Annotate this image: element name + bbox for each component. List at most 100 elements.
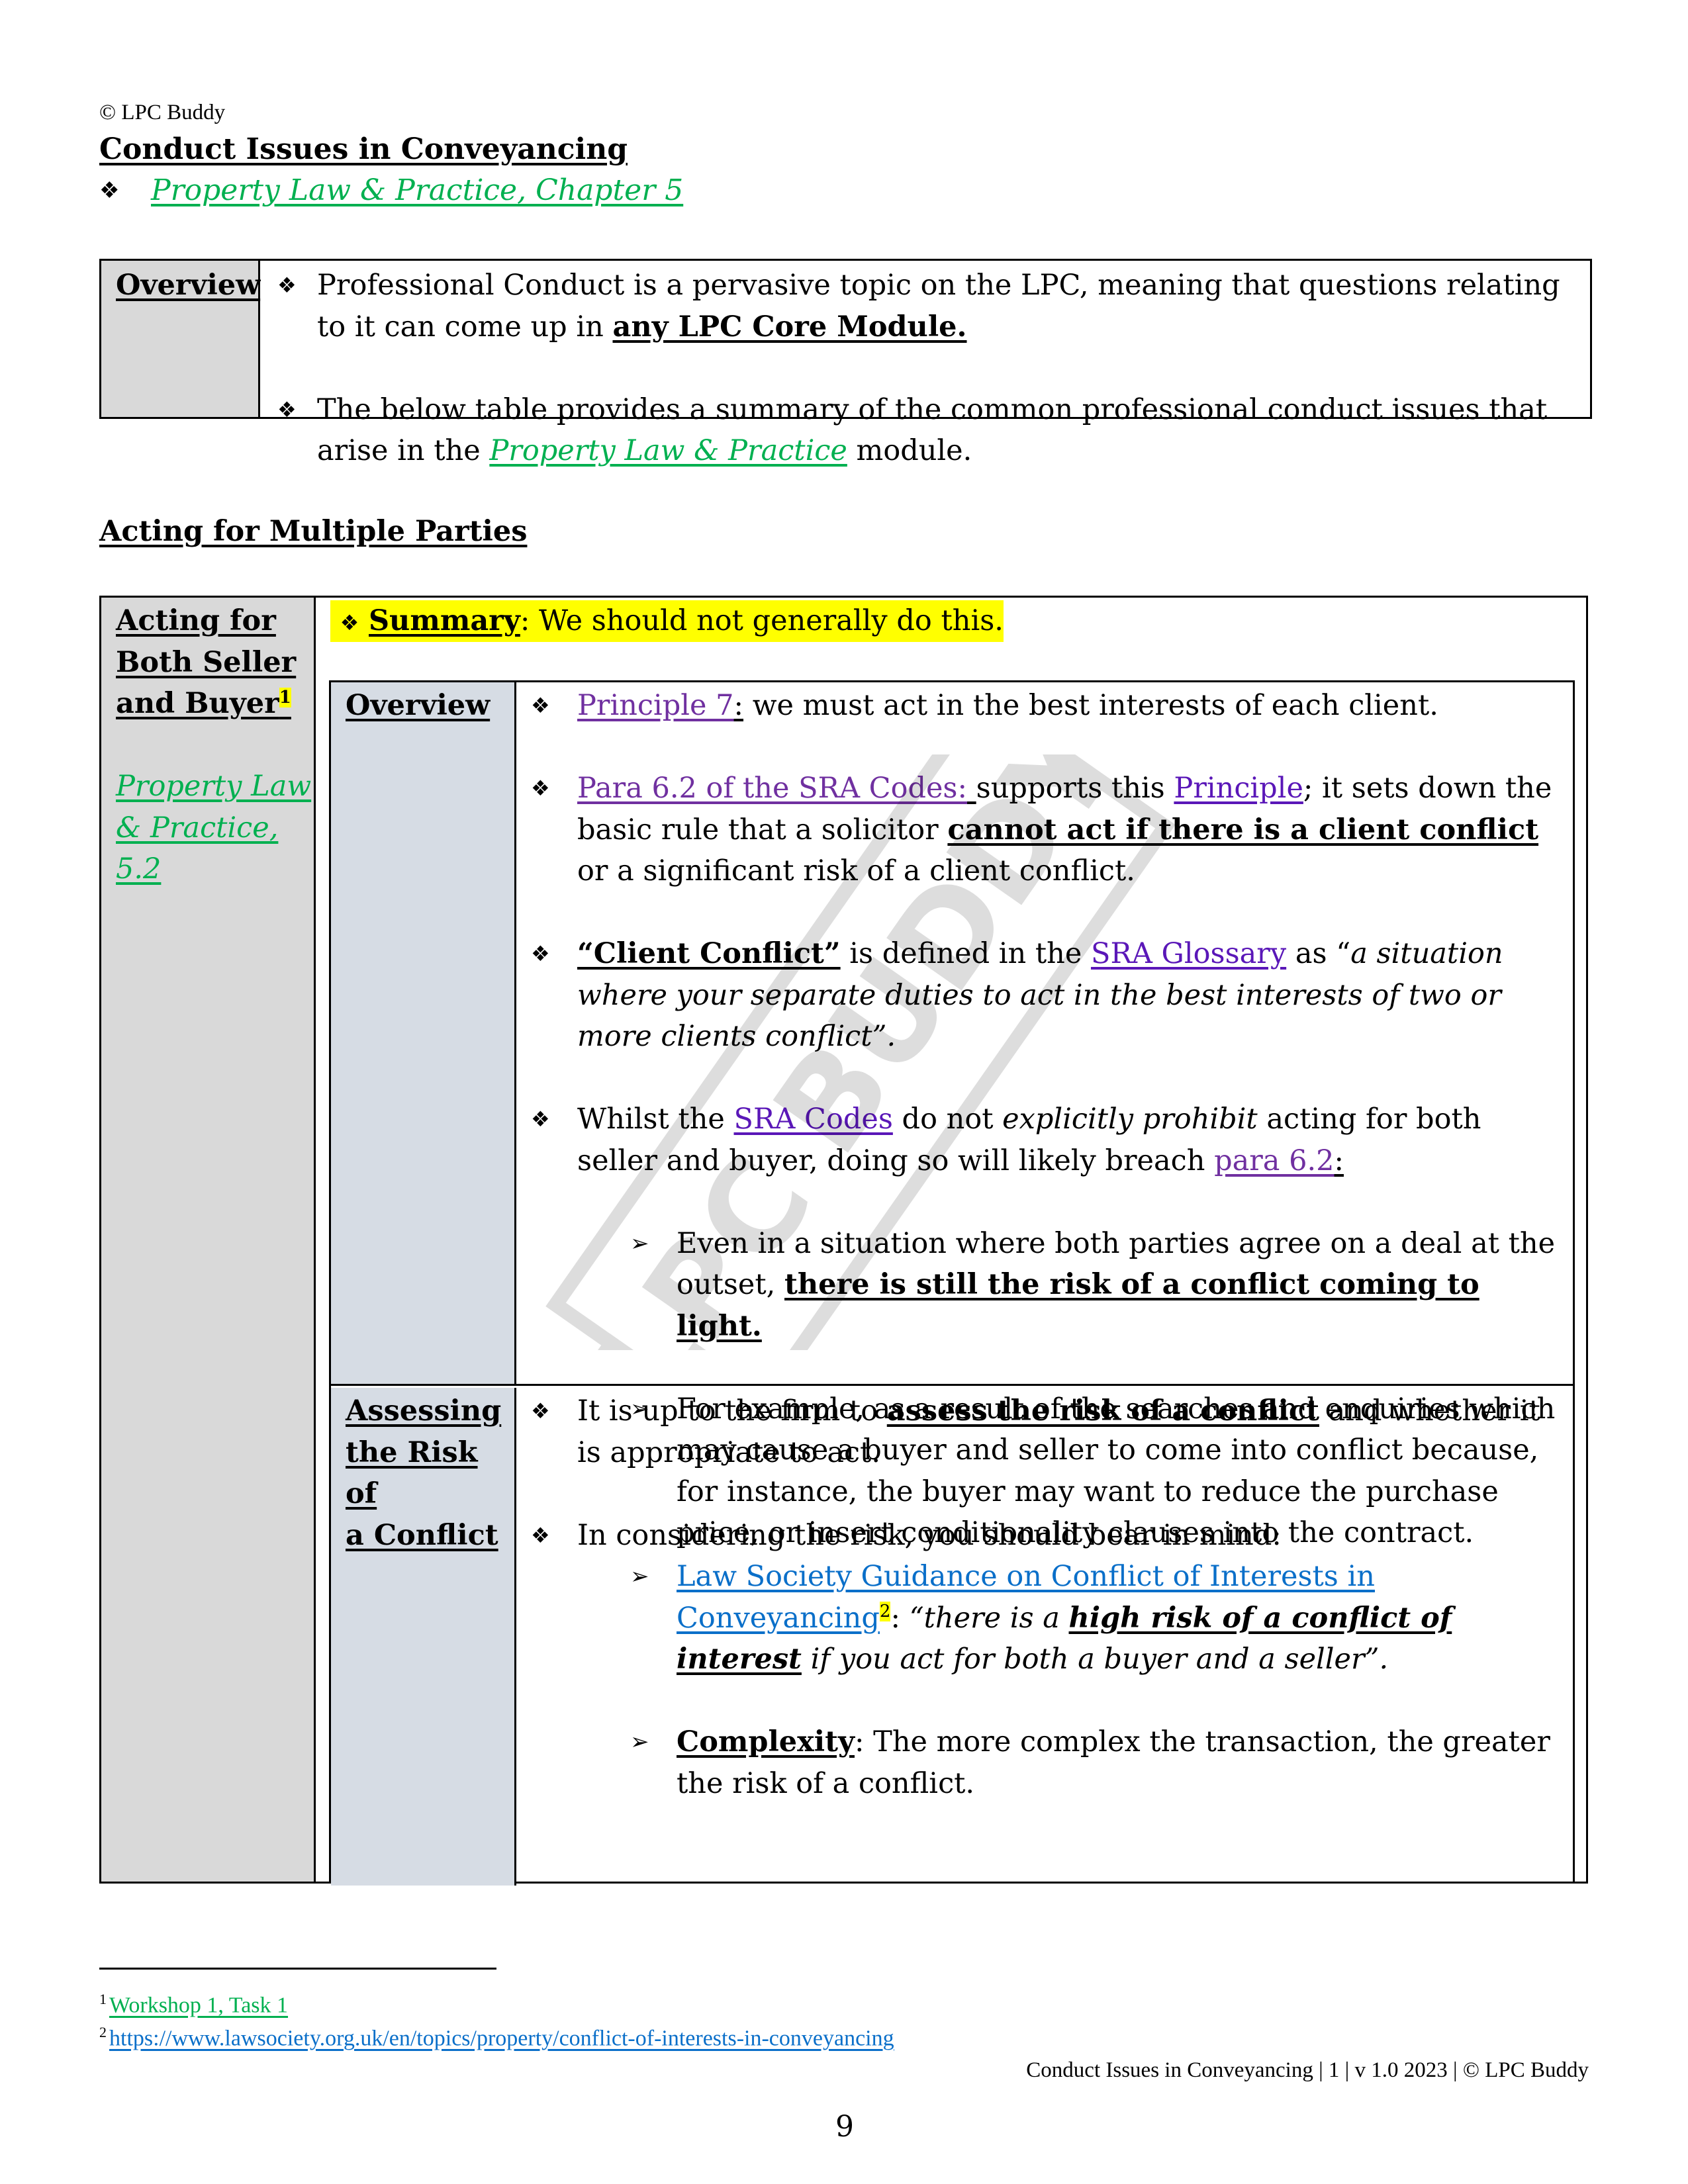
label-line: Both Seller xyxy=(116,645,297,679)
ref-line: 5.2 xyxy=(116,852,162,886)
bullet-text: In considering the risk, you should bear… xyxy=(577,1518,1282,1552)
multiple-parties-table: Acting for Both Seller and Buyer1 Proper… xyxy=(99,596,1588,1886)
arrowhead-bullet-icon: ➢ xyxy=(630,1729,649,1755)
emphasis: cannot act if there is a client conflict xyxy=(947,813,1539,846)
four-diamond-bullet-icon: ❖ xyxy=(531,941,550,966)
text: supports this xyxy=(976,772,1174,805)
label-line: and Buyer1 xyxy=(116,683,314,725)
overview-content: ❖ Professional Conduct is a pervasive to… xyxy=(260,261,1590,467)
principle-link[interactable]: Principle xyxy=(1174,772,1303,805)
footnote-link[interactable]: Workshop 1, Task 1 xyxy=(109,1993,288,2017)
row-label: Acting for Both Seller and Buyer1 xyxy=(116,600,314,725)
sub-bullet-text: Law Society Guidance on Conflict of Inte… xyxy=(677,1556,1566,1680)
emphasis: there is still the risk of a conflict co… xyxy=(677,1268,1479,1343)
section-heading: Acting for Multiple Parties xyxy=(99,515,528,548)
four-diamond-bullet-icon: ❖ xyxy=(99,177,120,204)
overview-bullet: ❖ The below table provides a summary of … xyxy=(277,389,1577,472)
label-text: and Buyer xyxy=(116,687,279,720)
text: as “ xyxy=(1286,937,1351,970)
footnote-1: 1 Workshop 1, Task 1 xyxy=(99,1991,288,2018)
quote: if you act for both a buyer and a seller… xyxy=(801,1643,1389,1676)
text: It is up to the firm to xyxy=(577,1394,887,1428)
bullet-text: “Client Conflict” is defined in the SRA … xyxy=(577,933,1566,1058)
summary-text: : We should not generally do this. xyxy=(520,604,1004,637)
sub-bullet-text: Even in a situation where both parties a… xyxy=(677,1223,1566,1347)
principle-7-link[interactable]: Principle 7 xyxy=(577,689,734,722)
page-footer: Conduct Issues in Conveyancing | 1 | v 1… xyxy=(1026,2058,1589,2082)
sub-bullet: ➢ Law Society Guidance on Conflict of In… xyxy=(630,1556,1566,1680)
risk-row: Assessing the Risk of a Conflict ❖ It is… xyxy=(331,1388,1573,1886)
overview-row-content: ❖ Principle 7: we must act in the best i… xyxy=(516,682,1573,1549)
footnote-separator xyxy=(99,1968,496,1970)
summary-label: Summary xyxy=(369,604,520,637)
reference-link[interactable]: Property Law & Practice, 5.2 xyxy=(116,766,314,890)
sub-bullet: ➢ Complexity: The more complex the trans… xyxy=(630,1721,1566,1804)
bullet: ❖ Whilst the SRA Codes do not explicitly… xyxy=(531,1099,1566,1181)
text xyxy=(967,772,976,805)
four-diamond-bullet-icon: ❖ xyxy=(531,1398,550,1424)
text: Whilst the xyxy=(577,1103,734,1136)
quote: “there is a xyxy=(909,1601,1069,1635)
four-diamond-bullet-icon: ❖ xyxy=(531,693,550,718)
label-line: the Risk of xyxy=(346,1435,478,1511)
footnote-2: 2 https://www.lawsociety.org.uk/en/topics… xyxy=(99,2024,894,2051)
chapter-link[interactable]: Property Law & Practice, Chapter 5 xyxy=(151,173,683,207)
emphasis: assess the risk of a conflict xyxy=(886,1394,1319,1428)
sra-codes-link[interactable]: SRA Codes xyxy=(734,1103,893,1136)
emphasis: any LPC Core Module. xyxy=(612,310,967,343)
text: we must act in the best interests of eac… xyxy=(743,689,1438,722)
copyright-notice: © LPC Buddy xyxy=(99,101,226,124)
emphasis: explicitly prohibit xyxy=(1002,1103,1258,1136)
risk-row-label-cell: Assessing the Risk of a Conflict xyxy=(331,1388,516,1886)
bullet: ❖ Para 6.2 of the SRA Codes: supports th… xyxy=(531,768,1566,892)
summary-line: ❖ Summary: We should not generally do thi… xyxy=(330,600,1004,642)
ref-line: Property Law xyxy=(116,770,312,803)
para-6-2-link[interactable]: Para 6.2 of the SRA Codes: xyxy=(577,772,967,805)
bullet: ❖ “Client Conflict” is defined in the SR… xyxy=(531,933,1566,1058)
module-link[interactable]: Property Law & Practice xyxy=(489,434,847,467)
overview-table: Overview ❖ Professional Conduct is a per… xyxy=(99,259,1592,467)
bullet: ❖ In considering the risk, you should be… xyxy=(531,1515,1566,1557)
label-line: a Conflict xyxy=(346,1518,498,1552)
overview-label-cell: Overview xyxy=(101,261,260,417)
para-6-2-link[interactable]: para 6.2 xyxy=(1214,1144,1334,1177)
arrowhead-bullet-icon: ➢ xyxy=(630,1563,649,1590)
overview-row: Overview ❖ Principle 7: we must act in t… xyxy=(331,682,1573,1549)
bullet-text: Professional Conduct is a pervasive topi… xyxy=(317,265,1577,347)
emphasis: “Client Conflict” xyxy=(577,937,841,970)
risk-row-content: ❖ It is up to the firm to assess the ris… xyxy=(516,1388,1573,1886)
label-line: Assessing xyxy=(346,1394,502,1428)
sra-glossary-link[interactable]: SRA Glossary xyxy=(1091,937,1286,970)
label-line: Acting for xyxy=(116,604,276,637)
overview-label: Overview xyxy=(116,269,261,302)
overview-bullet: ❖ Professional Conduct is a pervasive to… xyxy=(277,265,1577,347)
footnote-link[interactable]: https://www.lawsociety.org.uk/en/topics/… xyxy=(109,2026,894,2050)
four-diamond-bullet-icon: ❖ xyxy=(277,273,297,298)
footnote-number: 1 xyxy=(99,1991,107,2007)
text: do not xyxy=(892,1103,1003,1136)
footnote-ref-1[interactable]: 1 xyxy=(279,687,291,707)
four-diamond-bullet-icon: ❖ xyxy=(340,610,359,635)
footnote-ref-2[interactable]: 2 xyxy=(879,1602,891,1622)
text: module. xyxy=(847,434,972,467)
text: : xyxy=(733,689,744,722)
bullet: ❖ Principle 7: we must act in the best i… xyxy=(531,685,1566,727)
row-label-cell: Acting for Both Seller and Buyer1 Proper… xyxy=(101,598,316,1882)
bullet-text: The below table provides a summary of th… xyxy=(317,389,1577,472)
four-diamond-bullet-icon: ❖ xyxy=(531,1107,550,1132)
bullet: ❖ It is up to the firm to assess the ris… xyxy=(531,1390,1566,1473)
bullet-text: It is up to the firm to assess the risk … xyxy=(577,1390,1566,1473)
four-diamond-bullet-icon: ❖ xyxy=(277,396,297,422)
four-diamond-bullet-icon: ❖ xyxy=(531,776,550,801)
emphasis: Complexity xyxy=(677,1725,855,1758)
bullet-text: Principle 7: we must act in the best int… xyxy=(577,685,1438,727)
text: : xyxy=(890,1601,900,1635)
four-diamond-bullet-icon: ❖ xyxy=(531,1522,550,1548)
overview-row-label: Overview xyxy=(346,689,491,722)
bullet-text: Para 6.2 of the SRA Codes: supports this… xyxy=(577,768,1566,892)
arrowhead-bullet-icon: ➢ xyxy=(630,1230,649,1257)
nested-table: Overview ❖ Principle 7: we must act in t… xyxy=(329,680,1575,1886)
text: : xyxy=(1334,1144,1344,1177)
page-number: 9 xyxy=(835,2110,854,2144)
sub-bullet: ➢ Even in a situation where both parties… xyxy=(630,1223,1566,1347)
